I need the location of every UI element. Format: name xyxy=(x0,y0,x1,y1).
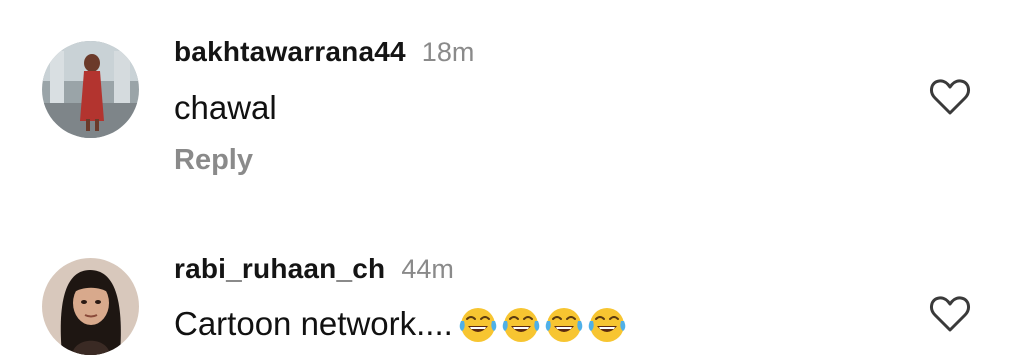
username[interactable]: bakhtawarrana44 xyxy=(174,36,406,68)
username[interactable]: rabi_ruhaan_ch xyxy=(174,253,385,285)
comment-header: bakhtawarrana44 18m xyxy=(174,36,474,68)
comment-text-content: Cartoon network.... xyxy=(174,305,453,342)
comment-text: Cartoon network.... xyxy=(174,304,627,344)
heart-outline-icon[interactable] xyxy=(929,78,971,116)
tears-of-joy-emoji xyxy=(501,307,541,343)
tears-of-joy-emoji xyxy=(544,307,584,343)
avatar[interactable] xyxy=(42,41,139,138)
comment-item: rabi_ruhaan_ch 44m Cartoon network.... xyxy=(0,215,1024,361)
emoji-group xyxy=(455,304,627,344)
avatar[interactable] xyxy=(42,258,139,355)
comment-text: chawal xyxy=(174,89,277,127)
reply-button[interactable]: Reply xyxy=(174,144,253,177)
tears-of-joy-emoji xyxy=(458,307,498,343)
tears-of-joy-emoji xyxy=(587,307,627,343)
timestamp: 18m xyxy=(421,37,475,67)
timestamp: 44m xyxy=(401,254,454,284)
heart-outline-icon[interactable] xyxy=(929,295,971,333)
comment-text-content: chawal xyxy=(174,89,277,126)
comment-item: bakhtawarrana44 18m chawal Reply xyxy=(0,0,1024,215)
comment-header: rabi_ruhaan_ch 44m xyxy=(174,253,454,285)
